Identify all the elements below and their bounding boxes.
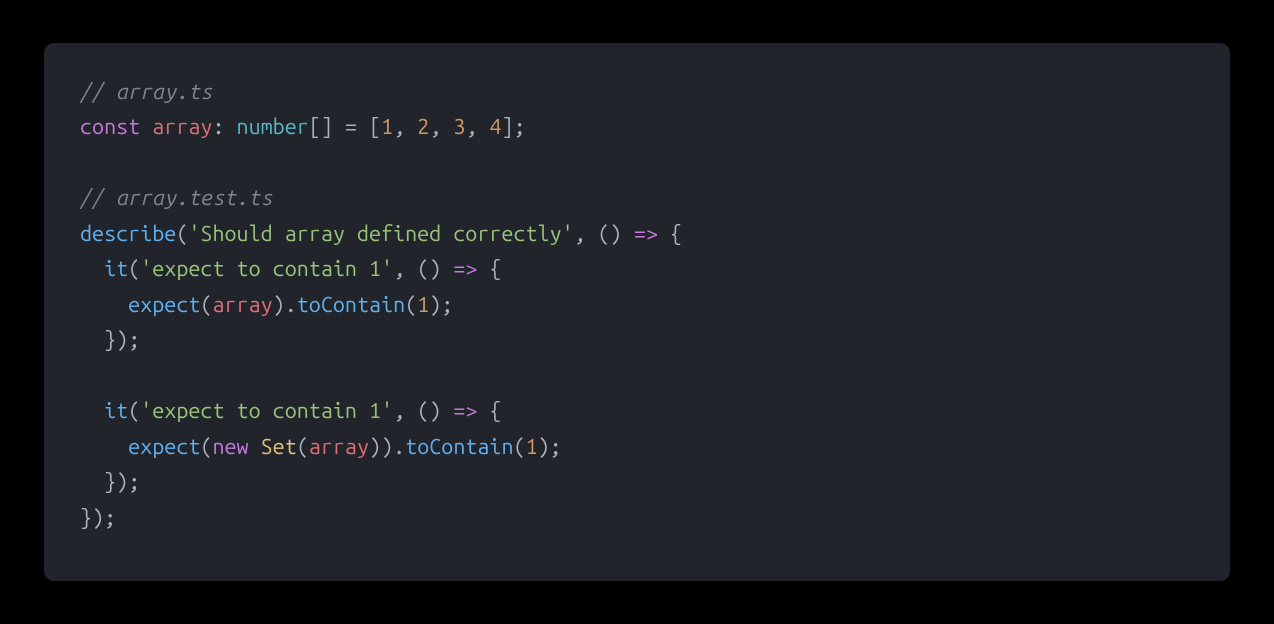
brace-close: } [80,506,92,530]
paren-close: ) [369,435,381,459]
string-literal: 'expect to contain 1' [140,257,393,281]
number-literal: 3 [453,115,465,139]
bracket-close: ] [502,115,514,139]
space [249,435,261,459]
paren-close: ) [116,470,128,494]
identifier-array: array [309,435,369,459]
keyword-new: new [212,435,248,459]
method-toContain: toContain [405,435,513,459]
function-it: it [104,399,128,423]
arrow: => [441,257,489,281]
method-toContain: toContain [297,293,405,317]
comma: , [393,257,417,281]
brace-open: { [670,222,682,246]
comma: , [465,115,489,139]
comma: , [574,222,598,246]
semicolon: ; [514,115,526,139]
brackets: [] [309,115,333,139]
paren-open: ( [405,293,417,317]
function-expect: expect [128,293,200,317]
paren-empty: () [417,399,441,423]
code-card: // array.ts const array: number[] = [1, … [44,43,1230,581]
dot: . [393,435,405,459]
comment-line: // array.ts [80,80,212,104]
comma: , [393,115,417,139]
function-describe: describe [80,222,176,246]
identifier-array: array [152,115,212,139]
arrow: => [622,222,670,246]
semicolon: ; [128,328,140,352]
equals: = [333,115,369,139]
paren-close: ) [116,328,128,352]
paren-close: ) [92,506,104,530]
function-it: it [104,257,128,281]
identifier-array: array [212,293,272,317]
constructor-Set: Set [261,435,297,459]
paren-open: ( [297,435,309,459]
paren-close: ) [429,293,441,317]
paren-open: ( [176,222,188,246]
type-number: number [237,115,309,139]
function-expect: expect [128,435,200,459]
comma: , [393,399,417,423]
semicolon: ; [128,470,140,494]
paren-open: ( [128,399,140,423]
paren-close: ) [273,293,285,317]
number-literal: 1 [381,115,393,139]
comma: , [429,115,453,139]
code-block: // array.ts const array: number[] = [1, … [80,75,1194,536]
keyword-const: const [80,115,140,139]
number-literal: 4 [489,115,501,139]
semicolon: ; [104,506,116,530]
brace-close: } [104,328,116,352]
bracket-open: [ [369,115,381,139]
paren-close: ) [381,435,393,459]
paren-empty: () [417,257,441,281]
comment-line: // array.test.ts [80,186,273,210]
paren-open: ( [128,257,140,281]
semicolon: ; [441,293,453,317]
number-literal: 1 [417,293,429,317]
brace-close: } [104,470,116,494]
paren-open: ( [200,293,212,317]
string-literal: 'Should array defined correctly' [188,222,573,246]
number-literal: 1 [526,435,538,459]
number-literal: 2 [417,115,429,139]
semicolon: ; [550,435,562,459]
string-literal: 'expect to contain 1' [140,399,393,423]
arrow: => [441,399,489,423]
brace-open: { [489,399,501,423]
paren-open: ( [514,435,526,459]
paren-close: ) [538,435,550,459]
paren-open: ( [200,435,212,459]
brace-open: { [489,257,501,281]
paren-empty: () [598,222,622,246]
dot: . [285,293,297,317]
colon: : [212,115,224,139]
